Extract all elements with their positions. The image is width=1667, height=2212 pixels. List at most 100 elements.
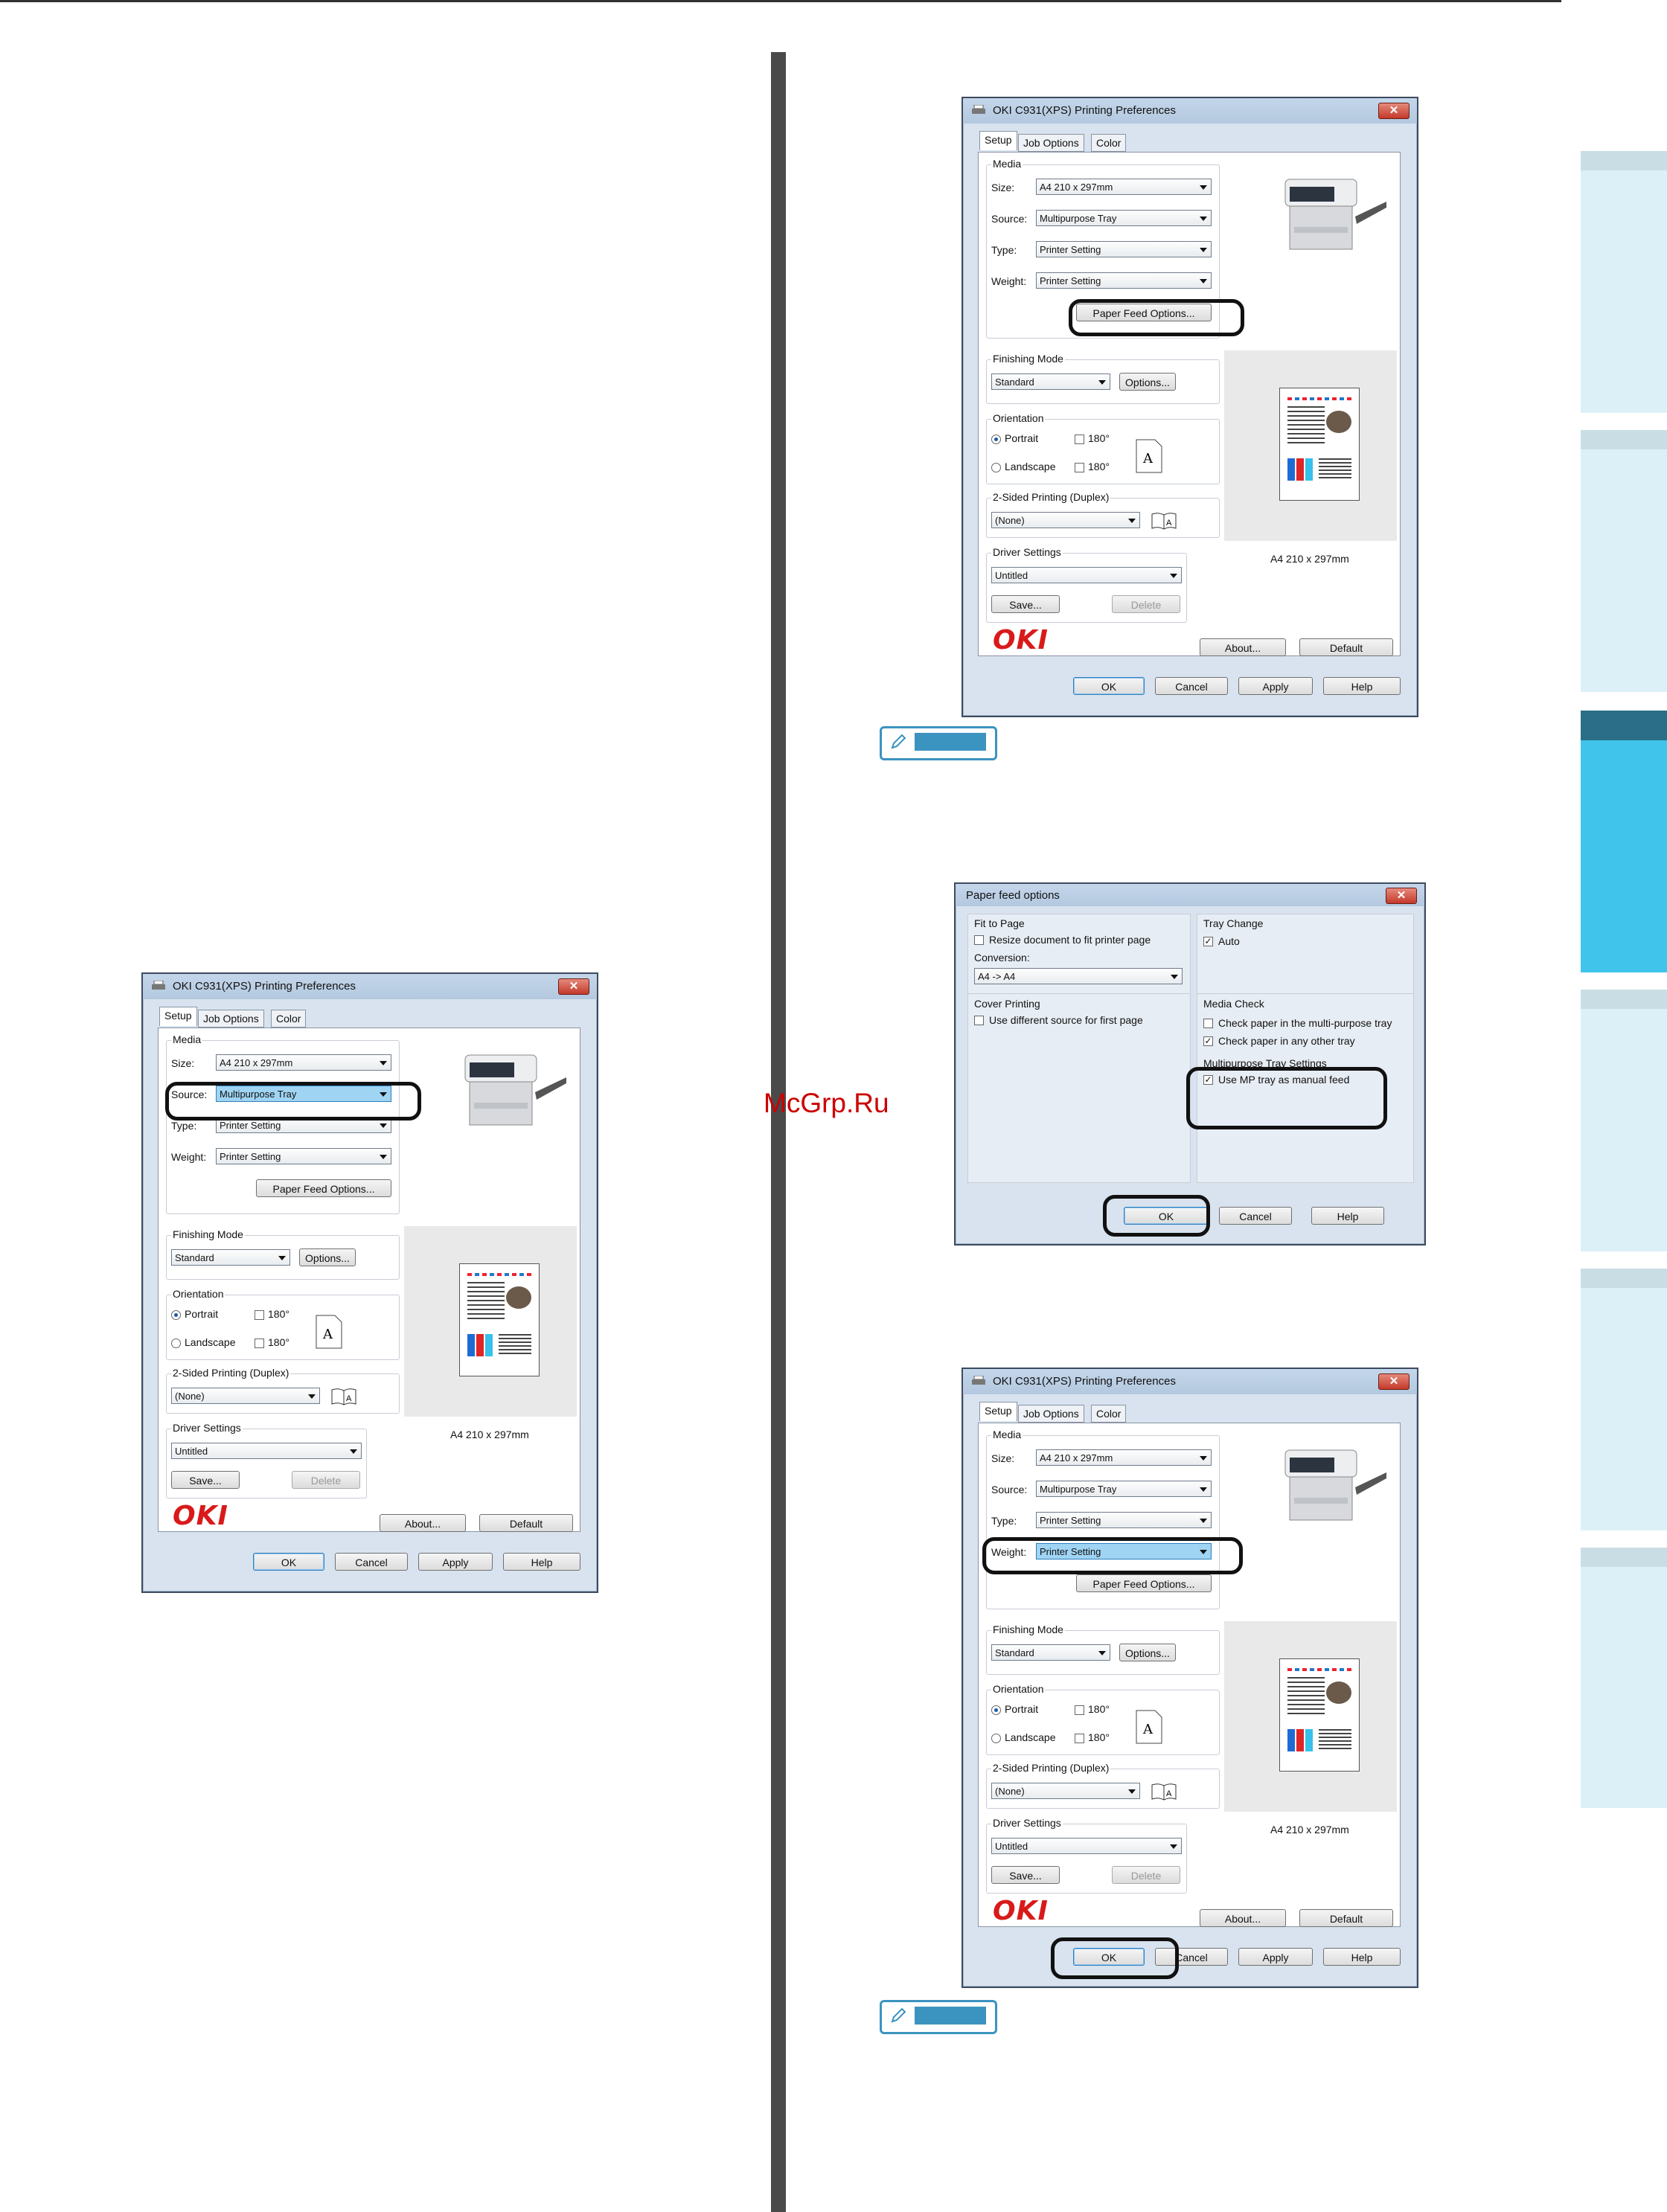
landscape-radio[interactable]	[991, 463, 1001, 472]
source-select[interactable]: Multipurpose Tray	[1036, 1481, 1212, 1497]
driver-settings-select[interactable]: Untitled	[991, 1838, 1182, 1854]
options-button[interactable]: Options...	[1119, 373, 1176, 391]
default-button[interactable]: Default	[1299, 638, 1393, 656]
ok-button[interactable]: OK	[253, 1553, 324, 1571]
options-button[interactable]: Options...	[299, 1248, 356, 1266]
driver-settings-select[interactable]: Untitled	[171, 1443, 362, 1459]
options-button[interactable]: Options...	[1119, 1644, 1176, 1661]
portrait-radio[interactable]	[171, 1310, 181, 1320]
ok-button[interactable]: OK	[1073, 677, 1145, 695]
landscape-180-checkbox[interactable]	[255, 1339, 264, 1348]
portrait-180-checkbox[interactable]	[255, 1310, 264, 1320]
type-select[interactable]: Printer Setting	[1036, 1512, 1212, 1528]
finishing-mode-select[interactable]: Standard	[171, 1249, 290, 1266]
close-button[interactable]: ✕	[558, 978, 589, 995]
chapter-tab-4[interactable]	[1581, 990, 1667, 1251]
help-button[interactable]: Help	[1323, 1948, 1401, 1966]
book-icon: A	[1151, 513, 1177, 530]
weight-select[interactable]: Printer Setting	[1036, 272, 1212, 289]
dialog-title: OKI C931(XPS) Printing Preferences	[993, 104, 1176, 117]
tab-job-options[interactable]: Job Options	[1018, 134, 1084, 152]
tab-setup[interactable]: Setup	[159, 1007, 197, 1026]
help-button[interactable]: Help	[503, 1553, 580, 1571]
tab-job-options[interactable]: Job Options	[198, 1010, 264, 1028]
chapter-tab-6[interactable]	[1581, 1548, 1667, 1808]
duplex-select[interactable]: (None)	[171, 1388, 320, 1404]
weight-select[interactable]: Printer Setting	[216, 1148, 391, 1164]
size-select[interactable]: A4 210 x 297mm	[216, 1054, 391, 1071]
portrait-180-checkbox[interactable]	[1075, 1705, 1084, 1715]
right-pane: Tray Change ✓ Auto Media Check Check pap…	[1197, 914, 1414, 1183]
close-button[interactable]: ✕	[1386, 888, 1417, 904]
printing-preferences-dialog-weight: OKI C931(XPS) Printing Preferences ✕ Set…	[962, 1368, 1418, 1988]
landscape-180-checkbox[interactable]	[1075, 1734, 1084, 1743]
tab-setup[interactable]: Setup	[979, 131, 1017, 150]
tab-color[interactable]: Color	[271, 1010, 307, 1028]
paper-feed-options-button[interactable]: Paper Feed Options...	[1076, 1574, 1212, 1592]
apply-button[interactable]: Apply	[1238, 677, 1313, 695]
size-select[interactable]: A4 210 x 297mm	[1036, 179, 1212, 195]
finishing-mode-select[interactable]: Standard	[991, 374, 1110, 390]
save-button[interactable]: Save...	[991, 1866, 1060, 1884]
close-button[interactable]: ✕	[1378, 103, 1410, 119]
portrait-radio[interactable]	[991, 435, 1001, 444]
printer-icon	[972, 1376, 985, 1385]
size-select[interactable]: A4 210 x 297mm	[1036, 1449, 1212, 1466]
tab-color[interactable]: Color	[1091, 1405, 1127, 1423]
conversion-select[interactable]: A4 -> A4	[974, 968, 1183, 984]
save-button[interactable]: Save...	[171, 1471, 240, 1489]
check-other-checkbox[interactable]: ✓	[1203, 1036, 1213, 1046]
duplex-select[interactable]: (None)	[991, 1783, 1140, 1799]
orientation-preview-icon: A	[316, 1315, 342, 1349]
resize-checkbox[interactable]	[974, 935, 984, 945]
apply-button[interactable]: Apply	[1238, 1948, 1313, 1966]
media-group: Media Size: A4 210 x 297mm Source: Multi…	[166, 1033, 400, 1214]
duplex-select[interactable]: (None)	[991, 512, 1140, 528]
auto-checkbox[interactable]: ✓	[1203, 937, 1213, 946]
delete-button[interactable]: Delete	[1112, 595, 1180, 613]
about-button[interactable]: About...	[380, 1514, 466, 1532]
landscape-180-checkbox[interactable]	[1075, 463, 1084, 472]
chapter-tab-1[interactable]	[1581, 151, 1667, 413]
feed-cancel-button[interactable]: Cancel	[1219, 1207, 1292, 1225]
portrait-radio[interactable]	[991, 1705, 1001, 1715]
media-group-label: Media	[991, 158, 1023, 170]
portrait-180-checkbox[interactable]	[1075, 435, 1084, 444]
driver-settings-select[interactable]: Untitled	[991, 567, 1182, 583]
chapter-tab-3-active[interactable]	[1581, 711, 1667, 972]
feed-help-button[interactable]: Help	[1311, 1207, 1384, 1225]
landscape-radio[interactable]	[171, 1339, 181, 1348]
cancel-button[interactable]: Cancel	[1155, 677, 1228, 695]
source-label: Source:	[991, 1484, 1028, 1495]
tab-setup[interactable]: Setup	[979, 1402, 1017, 1421]
default-button[interactable]: Default	[1299, 1909, 1393, 1927]
tray-change-label: Tray Change	[1203, 917, 1264, 929]
portrait-label: Portrait	[1005, 1703, 1039, 1715]
landscape-radio[interactable]	[991, 1734, 1001, 1743]
chapter-tab-2[interactable]	[1581, 430, 1667, 692]
tab-job-options[interactable]: Job Options	[1018, 1405, 1084, 1423]
check-mp-label: Check paper in the multi-purpose tray	[1218, 1017, 1392, 1029]
finishing-mode-label: Finishing Mode	[171, 1228, 245, 1240]
finishing-mode-select[interactable]: Standard	[991, 1644, 1110, 1661]
default-button[interactable]: Default	[479, 1514, 573, 1532]
cancel-button[interactable]: Cancel	[335, 1553, 408, 1571]
printer-icon	[152, 981, 165, 990]
save-button[interactable]: Save...	[991, 595, 1060, 613]
orientation-preview-icon: A	[1136, 1710, 1162, 1744]
delete-button[interactable]: Delete	[1112, 1866, 1180, 1884]
type-select[interactable]: Printer Setting	[1036, 241, 1212, 257]
about-button[interactable]: About...	[1200, 1909, 1286, 1927]
check-mp-checkbox[interactable]	[1203, 1019, 1213, 1028]
help-button[interactable]: Help	[1323, 677, 1401, 695]
source-select[interactable]: Multipurpose Tray	[1036, 210, 1212, 226]
about-button[interactable]: About...	[1200, 638, 1286, 656]
cover-checkbox[interactable]	[974, 1016, 984, 1025]
chapter-tab-5[interactable]	[1581, 1269, 1667, 1530]
paper-feed-options-button[interactable]: Paper Feed Options...	[256, 1179, 391, 1197]
highlight-ring-mp-tray	[1186, 1067, 1387, 1129]
apply-button[interactable]: Apply	[418, 1553, 493, 1571]
close-button[interactable]: ✕	[1378, 1373, 1410, 1390]
tab-color[interactable]: Color	[1091, 134, 1127, 152]
delete-button[interactable]: Delete	[292, 1471, 360, 1489]
